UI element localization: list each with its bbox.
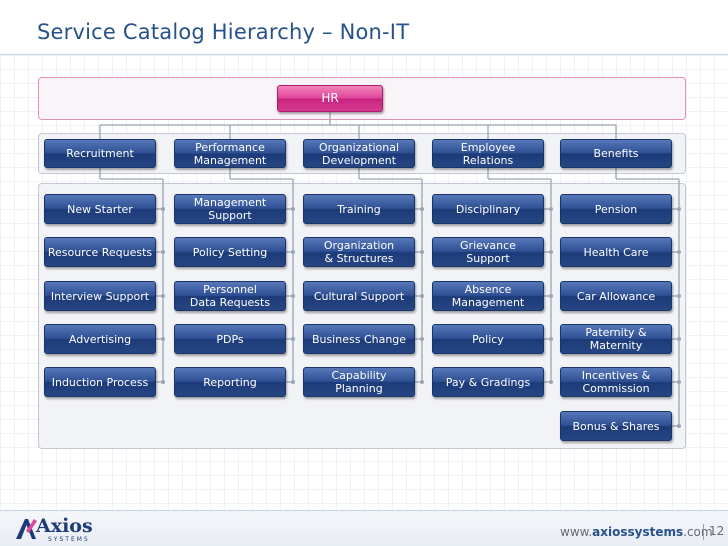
- service-box-cultural-support[interactable]: Cultural Support: [303, 281, 415, 311]
- service-box-bonus-shares[interactable]: Bonus & Shares: [560, 411, 672, 441]
- service-box-policy-setting[interactable]: Policy Setting: [174, 237, 286, 267]
- page-number: 12: [709, 524, 725, 538]
- service-box-pension[interactable]: Pension: [560, 194, 672, 224]
- service-box-car-allowance[interactable]: Car Allowance: [560, 281, 672, 311]
- service-box-business-change[interactable]: Business Change: [303, 324, 415, 354]
- service-box-incentives-commission[interactable]: Incentives & Commission: [560, 367, 672, 397]
- service-box-new-starter[interactable]: New Starter: [44, 194, 156, 224]
- service-box-management-support[interactable]: Management Support: [174, 194, 286, 224]
- service-box-advertising[interactable]: Advertising: [44, 324, 156, 354]
- service-box-policy[interactable]: Policy: [432, 324, 544, 354]
- service-box-pdps[interactable]: PDPs: [174, 324, 286, 354]
- logo-wordmark: Axios: [36, 515, 93, 537]
- service-box-pay-gradings[interactable]: Pay & Gradings: [432, 367, 544, 397]
- logo-subtitle: SYSTEMS: [48, 536, 90, 543]
- category-box-organizational-development[interactable]: Organizational Development: [303, 139, 415, 168]
- service-box-absence-management[interactable]: Absence Management: [432, 281, 544, 311]
- category-box-employee-relations[interactable]: Employee Relations: [432, 139, 544, 168]
- service-box-organization-structures[interactable]: Organization & Structures: [303, 237, 415, 267]
- service-box-reporting[interactable]: Reporting: [174, 367, 286, 397]
- service-box-disciplinary[interactable]: Disciplinary: [432, 194, 544, 224]
- service-box-interview-support[interactable]: Interview Support: [44, 281, 156, 311]
- category-box-benefits[interactable]: Benefits: [560, 139, 672, 168]
- hr-root-box[interactable]: HR: [277, 85, 383, 112]
- page-number-divider: [703, 524, 704, 540]
- connector-lines: [99, 112, 681, 428]
- service-box-health-care[interactable]: Health Care: [560, 237, 672, 267]
- service-box-training[interactable]: Training: [303, 194, 415, 224]
- website-url[interactable]: www.axiossystems.com: [560, 525, 713, 539]
- category-box-performance-management[interactable]: Performance Management: [174, 139, 286, 168]
- category-box-recruitment[interactable]: Recruitment: [44, 139, 156, 168]
- service-box-personnel-data-requests[interactable]: Personnel Data Requests: [174, 281, 286, 311]
- service-box-paternity-maternity[interactable]: Paternity & Maternity: [560, 324, 672, 354]
- service-box-resource-requests[interactable]: Resource Requests: [44, 237, 156, 267]
- service-box-grievance-support[interactable]: Grievance Support: [432, 237, 544, 267]
- service-box-induction-process[interactable]: Induction Process: [44, 367, 156, 397]
- service-box-capability-planning[interactable]: Capability Planning: [303, 367, 415, 397]
